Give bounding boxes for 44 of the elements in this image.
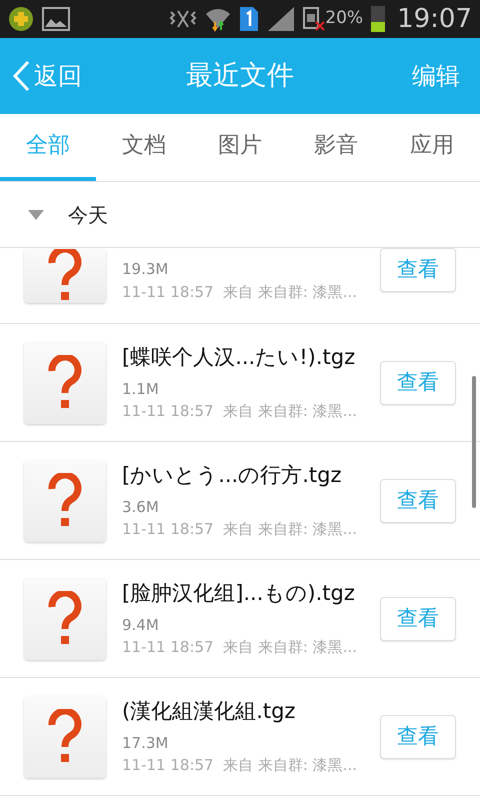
view-button[interactable]: 查看 (380, 596, 456, 640)
view-button[interactable]: 查看 (380, 248, 456, 292)
edit-button[interactable]: 编辑 (412, 58, 460, 94)
unknown-file-icon (24, 578, 106, 660)
wifi-icon (205, 6, 232, 32)
view-button[interactable]: 查看 (380, 714, 456, 758)
file-meta: 11-11 18:57 来自 来自群: 漆黑... (122, 519, 358, 540)
back-button[interactable]: 返回 (12, 58, 82, 94)
page-title: 最近文件 (185, 58, 295, 93)
file-name: (漢化組漢化組.tgz (122, 698, 296, 726)
tab[interactable]: 全部 (0, 114, 96, 181)
file-meta: 11-11 18:57 来自 来自群: 漆黑... (122, 401, 358, 422)
tab[interactable]: 应用 (384, 114, 480, 181)
sim-icon (239, 6, 260, 32)
clock: 19:07 (397, 2, 472, 36)
file-size: 1.1M (122, 378, 160, 400)
file-name: [脸肿汉化组]...もの).tgz (122, 580, 356, 608)
app-icon (8, 6, 34, 32)
unknown-file-icon (24, 249, 106, 303)
image-icon (42, 7, 70, 31)
back-icon (12, 60, 30, 92)
file-meta: 11-11 18:57 来自 来自群: 漆黑... (122, 637, 358, 658)
view-button[interactable]: 查看 (380, 360, 456, 404)
battery-percent: 20% (325, 7, 364, 30)
file-meta: 11-11 18:57 来自 来自群: 漆黑... (122, 755, 358, 776)
file-size: 19.3M (122, 259, 170, 280)
unknown-file-icon (24, 696, 106, 778)
tab[interactable]: 图片 (192, 114, 288, 181)
battery-icon (371, 6, 386, 32)
file-size: 17.3M (122, 732, 170, 754)
unknown-file-icon (24, 460, 106, 542)
file-name: [蝶咲个人汉...たい!).tgz (122, 344, 356, 372)
file-size: 3.6M (122, 496, 160, 518)
view-button[interactable]: 查看 (380, 478, 456, 522)
vibrate-icon (169, 8, 198, 30)
signal-icon (267, 6, 296, 32)
no-sim-icon (303, 6, 326, 32)
unknown-file-icon (24, 342, 106, 424)
file-size: 9.4M (122, 614, 160, 636)
tab[interactable]: 影音 (288, 114, 384, 181)
file-name: [かいとう...の行方.tgz (122, 462, 342, 490)
section-title: 今天 (68, 202, 108, 228)
tab[interactable]: 文档 (96, 114, 192, 181)
file-meta: 11-11 18:57 来自 来自群: 漆黑... (122, 282, 358, 302)
